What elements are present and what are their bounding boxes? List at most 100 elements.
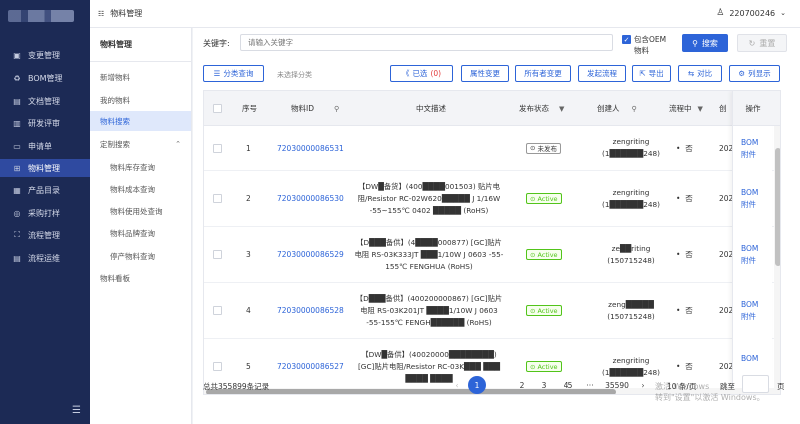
- sidebar-item-bom[interactable]: ♻ BOM管理: [0, 69, 90, 87]
- search-icon[interactable]: ⚲: [632, 105, 637, 113]
- material-id-link[interactable]: 72030000086528: [277, 283, 344, 338]
- status-badge: ⊙ Active: [526, 249, 562, 260]
- compare-button[interactable]: ⇆ 对比: [678, 65, 722, 82]
- bom-link[interactable]: BOM: [741, 299, 758, 311]
- collapse-menu-icon[interactable]: ☰: [72, 405, 81, 416]
- filter-icon[interactable]: ▼: [559, 105, 564, 113]
- row-checkbox[interactable]: [213, 171, 222, 226]
- bom-link[interactable]: BOM: [741, 187, 758, 199]
- row-checkbox[interactable]: [213, 227, 222, 282]
- submenu-item-my-materials[interactable]: 我的物料: [90, 90, 191, 110]
- material-id-link[interactable]: 72030000086527: [277, 339, 344, 394]
- description-text: 【D███备供】(400200000867) [GC]贴片电阻 RS-03K20…: [355, 293, 503, 327]
- material-id-link[interactable]: 72030000086529: [277, 227, 344, 282]
- check-circle-icon: ⊙: [530, 194, 536, 203]
- clock-icon: ⊙: [530, 144, 536, 152]
- table-row[interactable]: 2 72030000086530 【DW█备货】(400████001503) …: [204, 171, 780, 227]
- sidebar-item-change[interactable]: ▣ 变更管理: [0, 46, 90, 64]
- vertical-scrollbar[interactable]: [774, 126, 780, 394]
- operation-cell: BOM 附件: [741, 243, 758, 267]
- scrollbar-thumb[interactable]: [775, 148, 780, 266]
- submenu-item-custom-search[interactable]: 定制搜索 ⌃: [90, 134, 191, 154]
- status-cell: ⊙ Active: [526, 283, 562, 338]
- search-icon[interactable]: ⚲: [334, 105, 339, 113]
- document-icon: ▤: [13, 96, 21, 106]
- reset-button[interactable]: ↻ 重置: [737, 34, 787, 52]
- header-label: 创建人: [597, 104, 620, 113]
- in-flow-cell: • 否: [676, 194, 693, 203]
- start-flow-button[interactable]: 发起流程: [578, 65, 626, 82]
- header-in-flow[interactable]: 流程中 ▼: [669, 91, 703, 126]
- attachment-link[interactable]: 附件: [741, 149, 756, 161]
- compare-label: 对比: [697, 69, 713, 78]
- oem-checkbox[interactable]: ✓: [622, 35, 631, 44]
- keyword-input[interactable]: [240, 34, 613, 51]
- submenu-item-brand-query[interactable]: 物料品牌查询: [90, 223, 191, 243]
- page-1[interactable]: 1: [468, 376, 486, 394]
- attachment-link[interactable]: 附件: [741, 255, 756, 267]
- operation-column: 操作 BOM 附件 BOM 附件 BOM 附件 BOM 附件 BOM: [732, 91, 773, 394]
- submenu-item-cost-query[interactable]: 物料成本查询: [90, 179, 191, 199]
- page-last[interactable]: 35590: [603, 376, 631, 394]
- sidebar-item-application[interactable]: ▭ 申请单: [0, 137, 90, 155]
- description-cell: 【D███备供】(400200000867) [GC]贴片电阻 RS-03K20…: [354, 283, 504, 338]
- material-id-link[interactable]: 72030000086530: [277, 171, 344, 226]
- search-button[interactable]: ⚲ 搜索: [682, 34, 728, 52]
- row-checkbox[interactable]: [213, 283, 222, 338]
- row-checkbox[interactable]: [213, 126, 222, 170]
- classify-query-button[interactable]: ☰ 分类查询: [203, 65, 264, 82]
- select-all-checkbox[interactable]: [213, 91, 222, 126]
- page-2[interactable]: 2: [513, 376, 531, 394]
- attribute-change-button[interactable]: 属性变更: [461, 65, 509, 82]
- sidebar-item-materials[interactable]: ⊞ 物料管理: [0, 159, 90, 177]
- sidebar-item-flow[interactable]: ⛶ 流程管理: [0, 226, 90, 244]
- attachment-link[interactable]: 附件: [741, 311, 756, 323]
- user-menu[interactable]: ♙ 220700246 ⌄: [716, 8, 786, 18]
- search-button-label: 搜索: [701, 38, 718, 48]
- bom-link[interactable]: BOM: [741, 353, 758, 365]
- material-id-link[interactable]: 72030000086531: [277, 126, 344, 170]
- filter-icon[interactable]: ▼: [698, 105, 703, 113]
- page-5[interactable]: 5: [561, 376, 579, 394]
- header-label: 流程中: [669, 104, 692, 113]
- divider: [90, 61, 192, 62]
- submenu-item-dashboard[interactable]: 物料看板: [90, 268, 191, 288]
- header-status[interactable]: 发布状态 ▼: [519, 91, 564, 126]
- classify-query-label: 分类查询: [223, 69, 254, 78]
- submenu-item-usage-query[interactable]: 物料使用处查询: [90, 201, 191, 221]
- export-button[interactable]: ⇱ 导出: [632, 65, 671, 82]
- bom-icon: ♻: [13, 73, 21, 83]
- export-icon: ⇱: [639, 69, 646, 78]
- table-row[interactable]: 3 72030000086529 【D███备供】(4████000877) […: [204, 227, 780, 283]
- status-label: Active: [537, 250, 558, 259]
- sidebar-item-purchase[interactable]: ◎ 采购打样: [0, 204, 90, 222]
- sidebar-item-documents[interactable]: ▤ 文档管理: [0, 92, 90, 110]
- owner-change-button[interactable]: 所有者变更: [515, 65, 571, 82]
- table-row[interactable]: 1 72030000086531 ⊙ 未发布 zengriting (1██████…: [204, 126, 780, 171]
- creator-name: ze██riting: [611, 243, 651, 253]
- catalog-icon: ▦: [13, 185, 21, 195]
- bom-link[interactable]: BOM: [741, 137, 758, 149]
- attachment-link[interactable]: 附件: [741, 199, 756, 211]
- page-ellipsis[interactable]: ···: [581, 376, 599, 394]
- header-material-id[interactable]: 物料ID ⚲: [291, 91, 339, 126]
- prev-page-icon[interactable]: ‹: [450, 376, 464, 394]
- page-3[interactable]: 3: [535, 376, 553, 394]
- selected-button[interactable]: 《已选 (0): [390, 65, 453, 82]
- submenu-item-material-search[interactable]: 物料搜索: [90, 111, 191, 131]
- submenu-item-stock-query[interactable]: 物料库存查询: [90, 157, 191, 177]
- sidebar-item-ops[interactable]: ▤ 流程运维: [0, 249, 90, 267]
- creator-cell: ze██riting (150715248): [598, 227, 664, 282]
- sidebar-item-catalog[interactable]: ▦ 产品目录: [0, 181, 90, 199]
- submenu-item-discontinued-query[interactable]: 停产物料查询: [90, 246, 191, 266]
- header-creator[interactable]: 创建人 ⚲: [597, 91, 637, 126]
- next-page-icon[interactable]: ›: [636, 376, 650, 394]
- breadcrumb: ☷ 物料管理: [98, 8, 142, 19]
- table-row[interactable]: 4 72030000086528 【D███备供】(400200000867) …: [204, 283, 780, 339]
- sidebar-item-label: BOM管理: [28, 73, 63, 83]
- status-cell: ⊙ Active: [526, 227, 562, 282]
- submenu-item-new-material[interactable]: 新增物料: [90, 67, 191, 87]
- bom-link[interactable]: BOM: [741, 243, 758, 255]
- sidebar-item-review[interactable]: ▥ 研发评审: [0, 114, 90, 132]
- column-display-button[interactable]: ⚙ 列显示: [729, 65, 780, 82]
